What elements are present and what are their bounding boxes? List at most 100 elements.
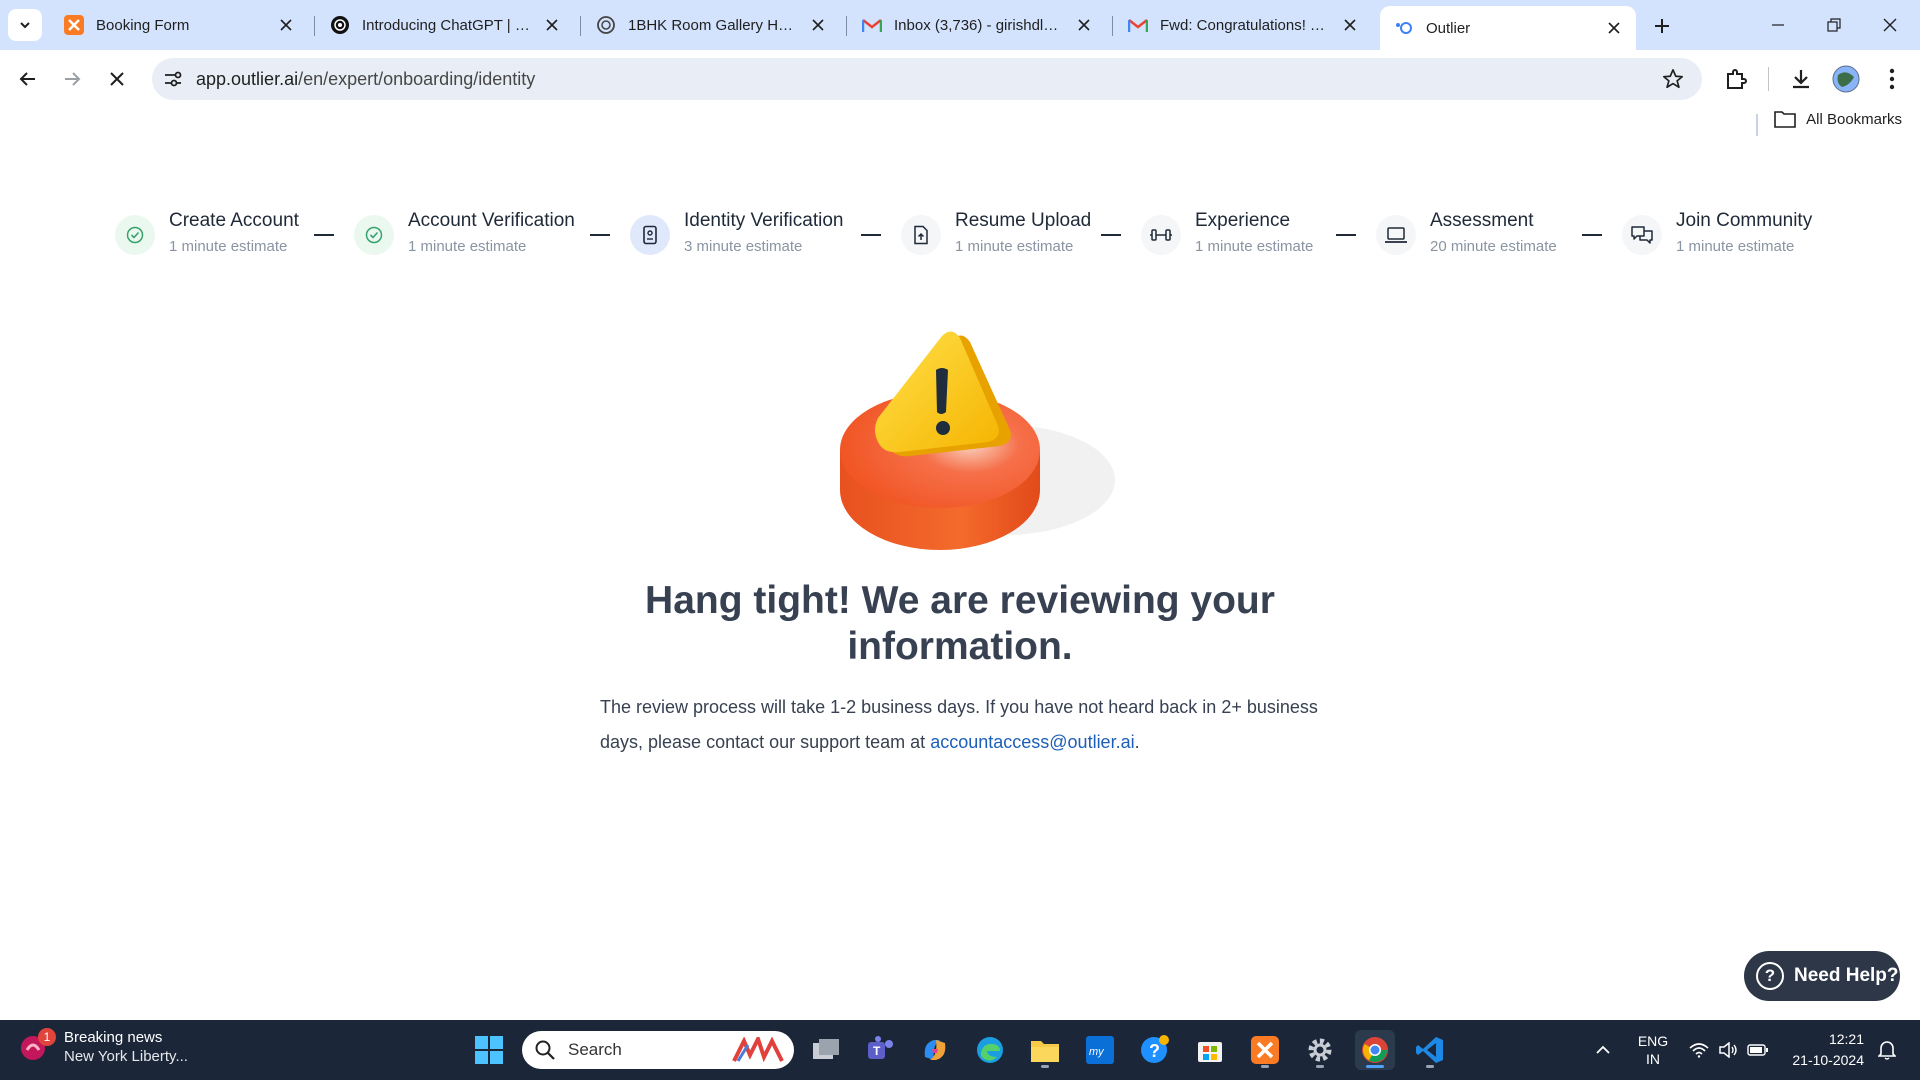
step-identity-verification: Identity Verification 3 minute estimate (630, 208, 843, 258)
need-help-button[interactable]: ? Need Help? (1744, 951, 1900, 1001)
step-account-verification: Account Verification 1 minute estimate (354, 208, 575, 258)
chevron-up-icon (1596, 1045, 1610, 1054)
description-end: . (1134, 732, 1140, 752)
close-icon[interactable] (1604, 18, 1624, 38)
forward-button[interactable] (56, 63, 88, 95)
file-explorer-app[interactable] (1025, 1030, 1065, 1070)
help-icon: ? (1141, 1035, 1169, 1063)
copilot-icon (924, 1040, 946, 1060)
quick-settings[interactable] (1684, 1020, 1774, 1080)
volume-icon (1719, 1042, 1737, 1058)
clock-date: 21-10-2024 (1792, 1052, 1864, 1068)
step-join-community: Join Community 1 minute estimate (1622, 208, 1812, 258)
stop-loading-button[interactable] (101, 63, 133, 95)
back-button[interactable] (12, 63, 44, 95)
step-estimate: 3 minute estimate (684, 238, 803, 255)
bookmark-star-icon[interactable] (1662, 68, 1684, 95)
arrow-left-icon (19, 72, 35, 86)
outlier-icon (1394, 18, 1414, 38)
tab-search-button[interactable] (8, 9, 42, 41)
address-bar[interactable]: app.outlier.ai/en/expert/onboarding/iden… (152, 58, 1702, 100)
tab-outlier[interactable]: Outlier (1380, 6, 1636, 50)
svg-text:my: my (1089, 1046, 1105, 1058)
new-tab-button[interactable] (1648, 12, 1676, 40)
plus-icon (1655, 19, 1669, 33)
openai-icon (596, 15, 616, 35)
news-icon: 1 (18, 1028, 56, 1062)
puzzle-icon (1727, 69, 1747, 89)
step-estimate: 1 minute estimate (1676, 238, 1795, 255)
id-card-icon (630, 215, 670, 255)
chrome-icon (1362, 1037, 1388, 1063)
browser-menu-button[interactable] (1876, 63, 1908, 95)
download-icon (1793, 70, 1809, 89)
folder-icon (1774, 111, 1796, 128)
file-upload-icon (901, 215, 941, 255)
notifications-button[interactable] (1870, 1020, 1904, 1080)
minimize-button[interactable] (1750, 0, 1806, 50)
tab-strip: Booking Form Introducing ChatGPT | OpenA… (0, 0, 1920, 50)
downloads-button[interactable] (1785, 63, 1817, 95)
tab-booking-form[interactable]: Booking Form (50, 6, 308, 44)
close-icon[interactable] (1074, 15, 1094, 35)
microsoft-store-app[interactable] (1190, 1030, 1230, 1070)
teams-app[interactable]: T (860, 1030, 900, 1070)
restore-icon (1827, 18, 1841, 32)
settings-app[interactable] (1300, 1030, 1340, 1070)
edge-app[interactable] (970, 1030, 1010, 1070)
url-text: app.outlier.ai/en/expert/onboarding/iden… (196, 69, 535, 90)
url-host: app.outlier.ai (196, 68, 299, 89)
tab-room-gallery[interactable]: 1BHK Room Gallery HTML (582, 6, 840, 44)
tab-gmail-fwd[interactable]: Fwd: Congratulations! You (1114, 6, 1372, 44)
close-icon[interactable] (542, 15, 562, 35)
close-window-button[interactable] (1862, 0, 1918, 50)
tab-title: Inbox (3,736) - girishdl785@gmail.com (894, 16, 1066, 34)
step-title: Identity Verification (684, 210, 844, 231)
start-button[interactable] (469, 1030, 509, 1070)
taskbar: 1 Breaking news New York Liberty... Sear… (0, 1020, 1920, 1080)
step-estimate: 1 minute estimate (169, 238, 288, 255)
restore-button[interactable] (1806, 0, 1862, 50)
news-badge: 1 (38, 1028, 56, 1046)
close-icon[interactable] (808, 15, 828, 35)
news-widget[interactable]: 1 Breaking news New York Liberty... (18, 1028, 188, 1066)
tab-gmail-inbox[interactable]: Inbox (3,736) - girishdl785@gmail.com (848, 6, 1106, 44)
all-bookmarks-label: All Bookmarks (1806, 110, 1902, 128)
task-view-icon (813, 1039, 839, 1059)
myhp-app[interactable]: my (1080, 1030, 1120, 1070)
site-info-icon[interactable] (160, 66, 186, 92)
review-description: The review process will take 1-2 busines… (600, 690, 1320, 760)
close-icon[interactable] (1340, 15, 1360, 35)
step-title: Resume Upload (955, 210, 1092, 231)
chrome-app[interactable] (1355, 1030, 1395, 1070)
vscode-app[interactable] (1410, 1030, 1450, 1070)
copilot-app[interactable] (915, 1030, 955, 1070)
vscode-icon (1416, 1037, 1443, 1063)
check-circle-icon (354, 215, 394, 255)
windows-icon (475, 1036, 503, 1064)
page-heading: Hang tight! We are reviewing your inform… (645, 579, 1275, 668)
xampp-app[interactable] (1245, 1030, 1285, 1070)
close-icon[interactable] (276, 15, 296, 35)
profile-avatar[interactable] (1830, 63, 1862, 95)
tab-chatgpt[interactable]: Introducing ChatGPT | OpenAI (316, 6, 574, 44)
taskbar-search[interactable]: Search (522, 1031, 794, 1069)
step-estimate: 20 minute estimate (1430, 238, 1557, 255)
language-indicator[interactable]: ENG IN (1630, 1020, 1676, 1080)
show-hidden-icons[interactable] (1588, 1020, 1618, 1080)
extensions-button[interactable] (1720, 63, 1752, 95)
region-text: IN (1646, 1051, 1660, 1067)
all-bookmarks-button[interactable]: All Bookmarks (1774, 110, 1902, 128)
step-title: Account Verification (408, 210, 575, 231)
svg-text:?: ? (1149, 1041, 1160, 1061)
get-help-app[interactable]: ? (1135, 1030, 1175, 1070)
system-clock[interactable]: 12:21 21-10-2024 (1780, 1029, 1864, 1071)
chat-bubbles-icon (1622, 215, 1662, 255)
support-email-link[interactable]: accountaccess@outlier.ai (930, 732, 1134, 752)
xampp-icon (1251, 1036, 1279, 1064)
minimize-icon (1772, 24, 1784, 26)
step-title: Experience (1195, 210, 1291, 231)
task-view-button[interactable] (806, 1030, 846, 1070)
browser-toolbar: app.outlier.ai/en/expert/onboarding/iden… (0, 50, 1920, 108)
search-highlight-icon (732, 1037, 784, 1063)
